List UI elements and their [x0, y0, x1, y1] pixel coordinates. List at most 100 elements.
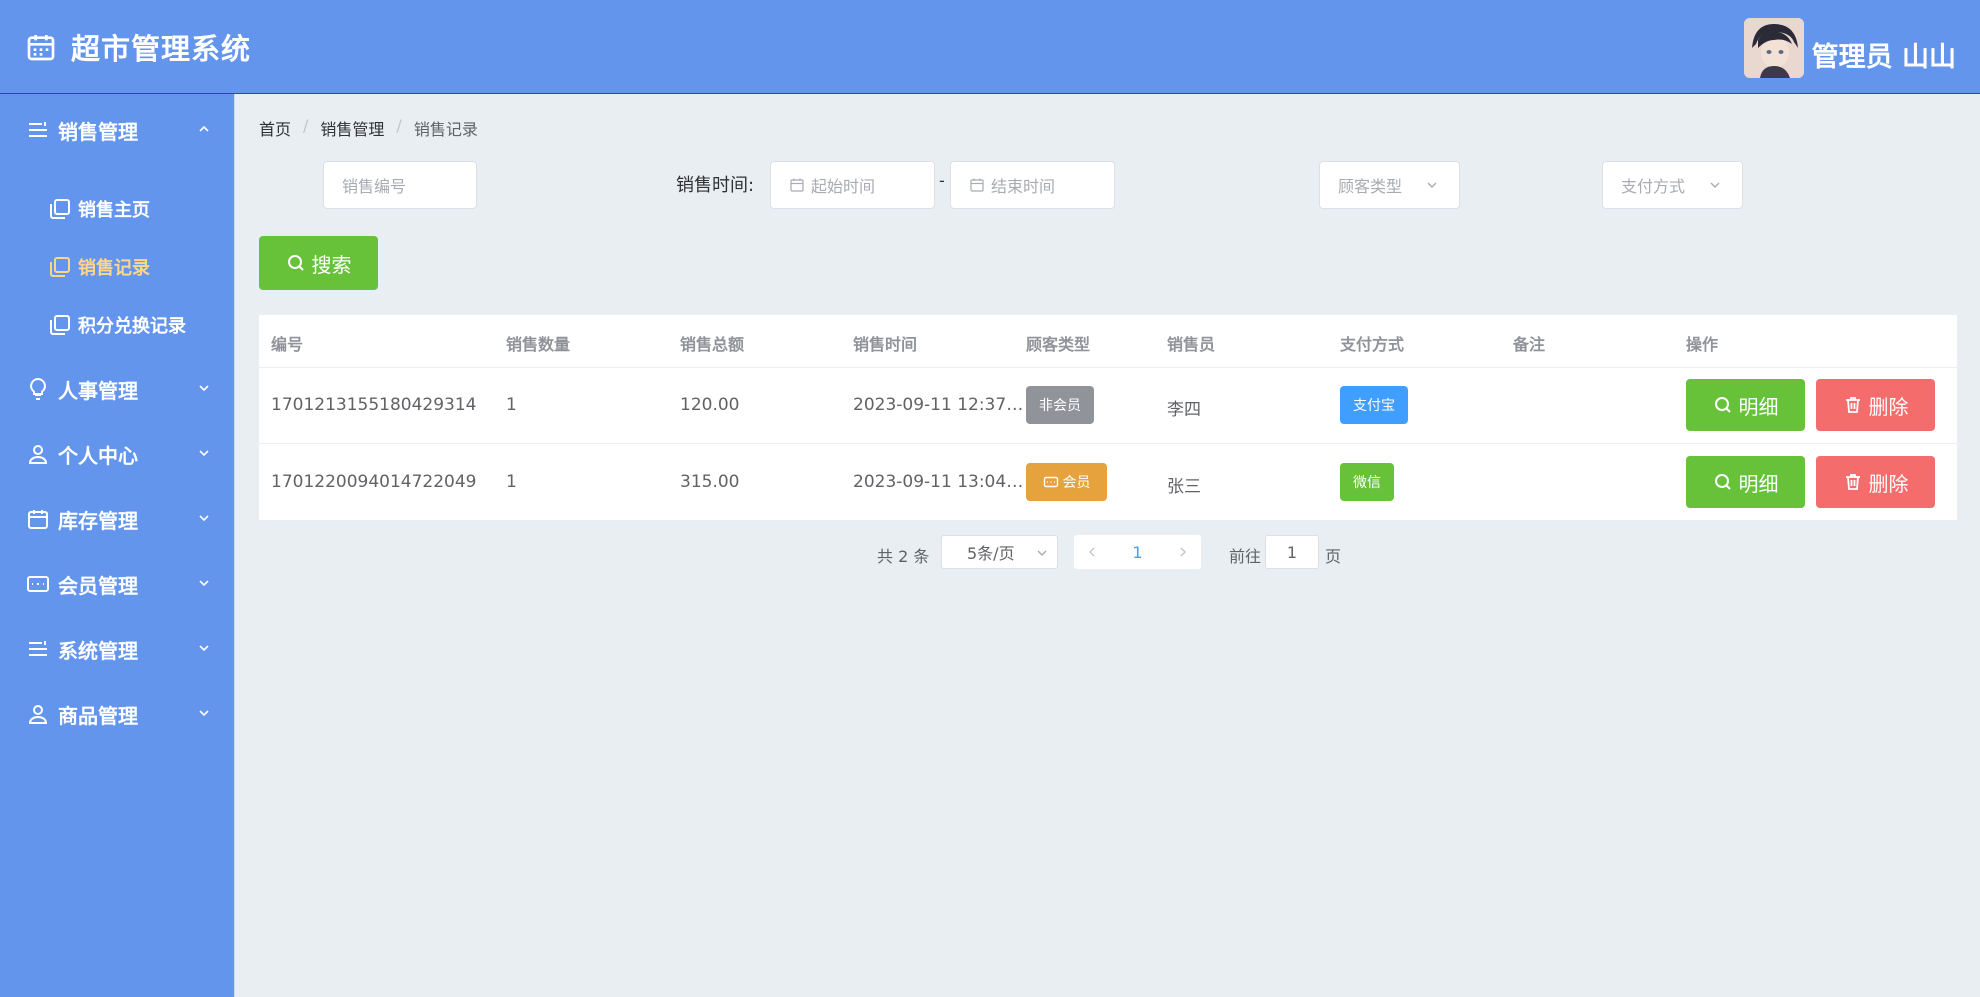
chevron-down-icon: [1427, 182, 1437, 188]
cell-qty: 1: [506, 472, 517, 492]
col-header-seller: 销售员: [1167, 335, 1216, 354]
sidebar-item-profile[interactable]: 个人中心: [0, 429, 235, 479]
col-header-note: 备注: [1513, 335, 1546, 354]
col-header-time: 销售时间: [853, 335, 918, 354]
list-icon: [29, 122, 47, 137]
page-size-select[interactable]: 5条/页: [941, 535, 1058, 569]
col-header-payment: 支付方式: [1340, 335, 1405, 354]
sidebar-item-label: 商品管理: [58, 703, 138, 728]
sidebar-subitem-points-exchange[interactable]: 积分兑换记录: [0, 302, 235, 348]
sidebar-item-inventory[interactable]: 库存管理: [0, 494, 235, 544]
cell-time: 2023-09-11 12:37…: [853, 395, 1024, 415]
payment-text: 支付宝: [1353, 398, 1395, 414]
payment-text: 微信: [1353, 475, 1381, 491]
sidebar-item-label: 人事管理: [58, 378, 138, 403]
app-logo: 超市管理系统: [25, 26, 251, 68]
chevron-down-icon: [199, 385, 209, 392]
delete-button[interactable]: 删除: [1816, 456, 1935, 508]
sidebar-item-system[interactable]: 系统管理: [0, 624, 235, 674]
sale-time-label: 销售时间:: [676, 175, 755, 196]
user-icon: [28, 705, 48, 724]
sale-id-placeholder: 销售编号: [342, 177, 407, 196]
chevron-down-icon: [199, 645, 209, 652]
search-button-label: 搜索: [311, 252, 352, 277]
calendar-icon: [790, 178, 804, 192]
customer-type-placeholder: 顾客类型: [1338, 177, 1403, 196]
chevron-down-icon: [1037, 550, 1047, 556]
sidebar-item-sales[interactable]: 销售管理: [0, 105, 235, 155]
detail-button[interactable]: 明细: [1686, 456, 1805, 508]
next-page-icon[interactable]: [1177, 546, 1189, 558]
breadcrumb-home[interactable]: 首页: [259, 116, 291, 140]
chevron-down-icon: [199, 580, 209, 587]
payment-tag: 微信: [1340, 463, 1394, 501]
payment-tag: 支付宝: [1340, 386, 1408, 424]
sidebar-item-hr[interactable]: 人事管理: [0, 364, 235, 414]
end-time-input[interactable]: 结束时间: [950, 161, 1115, 209]
goto-page-input[interactable]: 1: [1265, 535, 1319, 569]
current-page[interactable]: 1: [1132, 543, 1142, 562]
cell-total: 315.00: [680, 472, 740, 492]
table-row: 1701213155180429314 1 120.00 2023-09-11 …: [259, 368, 1957, 444]
sidebar-item-members[interactable]: 会员管理: [0, 559, 235, 609]
cell-seller: 张三: [1167, 477, 1201, 497]
range-separator: -: [939, 171, 945, 190]
sidebar-subitem-sales-home[interactable]: 销售主页: [0, 186, 235, 232]
sidebar-subitem-label: 销售主页: [78, 200, 150, 221]
search-button[interactable]: 搜索: [259, 236, 378, 290]
breadcrumb-sales[interactable]: 销售管理: [320, 116, 384, 140]
goto-page-value: 1: [1286, 542, 1298, 562]
goto-label: 前往: [1229, 547, 1262, 566]
delete-button[interactable]: 删除: [1816, 379, 1935, 431]
top-header: 超市管理系统 管理员 山山: [0, 0, 1980, 94]
col-header-customer-type: 顾客类型: [1026, 335, 1091, 354]
end-time-placeholder: 结束时间: [991, 177, 1056, 196]
avatar[interactable]: [1743, 18, 1804, 78]
col-header-qty: 销售数量: [506, 335, 571, 354]
delete-button-label: 删除: [1868, 394, 1909, 419]
cell-time: 2023-09-11 13:04…: [853, 472, 1024, 492]
delete-button-label: 删除: [1868, 471, 1909, 496]
search-icon: [287, 255, 304, 271]
copy-icon: [50, 199, 70, 219]
search-icon: [1714, 397, 1731, 413]
page-size-value: 5条/页: [967, 544, 1015, 563]
lightbulb-icon: [30, 377, 46, 400]
sidebar-item-label: 销售管理: [58, 119, 138, 144]
page-unit-label: 页: [1325, 547, 1342, 566]
list-icon: [29, 641, 47, 656]
sidebar-item-label: 个人中心: [58, 443, 138, 468]
trash-icon: [1845, 474, 1860, 490]
copy-icon: [50, 315, 70, 335]
chevron-down-icon: [199, 515, 209, 522]
sidebar-subitem-label: 销售记录: [78, 258, 150, 279]
sale-id-input[interactable]: 销售编号: [323, 161, 477, 209]
sidebar-item-products[interactable]: 商品管理: [0, 689, 235, 739]
chevron-up-icon: [199, 125, 209, 132]
breadcrumb-current: 销售记录: [413, 120, 478, 139]
start-time-input[interactable]: 起始时间: [770, 161, 935, 209]
table-row: 1701220094014722049 1 315.00 2023-09-11 …: [259, 445, 1957, 521]
cell-qty: 1: [506, 395, 517, 415]
col-header-actions: 操作: [1686, 335, 1719, 354]
chevron-down-icon: [199, 710, 209, 717]
prev-page-icon[interactable]: [1086, 546, 1098, 558]
calendar-icon: [27, 35, 55, 61]
main-content: 首页 / 销售管理 / 销售记录 销售编号 销售时间: 起始时间 - 结束时间 …: [236, 94, 1980, 997]
customer-type-select[interactable]: 顾客类型: [1319, 161, 1460, 209]
chevron-down-icon: [1710, 182, 1720, 188]
detail-button-label: 明细: [1738, 394, 1779, 419]
table-header: 编号 销售数量 销售总额 销售时间 顾客类型 销售员 支付方式 备注 操作: [259, 315, 1957, 368]
sidebar: 销售管理 销售主页 销售记录 积分兑换记录 人事管理 个人中心 库存管理 会员管…: [0, 94, 235, 997]
sidebar-subitem-sales-records[interactable]: 销售记录: [0, 244, 235, 290]
detail-button-label: 明细: [1738, 471, 1779, 496]
user-info[interactable]: 管理员 山山: [1743, 18, 1956, 78]
col-header-total: 销售总额: [680, 335, 745, 354]
breadcrumb: 首页 / 销售管理 / 销售记录: [259, 116, 478, 140]
detail-button[interactable]: 明细: [1686, 379, 1805, 431]
payment-method-select[interactable]: 支付方式: [1602, 161, 1743, 209]
copy-icon: [50, 257, 70, 277]
search-icon: [1714, 474, 1731, 490]
customer-type-text: 非会员: [1039, 398, 1081, 414]
calendar-icon: [28, 510, 48, 529]
